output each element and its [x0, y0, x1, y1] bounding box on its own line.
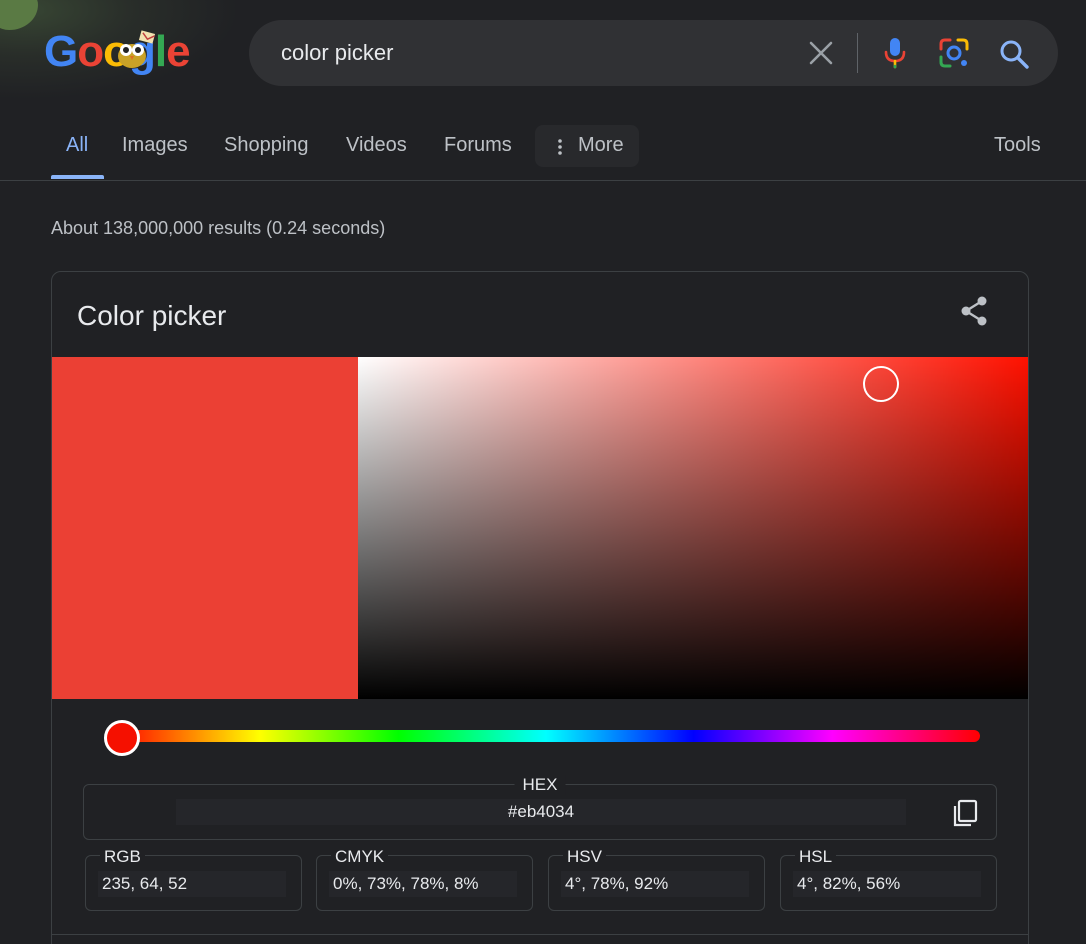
card-title: Color picker: [77, 300, 227, 331]
google-doodle-logo[interactable]: G o o g l e: [44, 24, 191, 80]
hsl-field: HSL: [780, 847, 997, 911]
doodle-bird-icon: [118, 30, 156, 68]
google-lens-icon[interactable]: [937, 36, 971, 70]
share-icon[interactable]: [957, 294, 991, 328]
hue-slider-handle[interactable]: [103, 720, 140, 756]
tab-images[interactable]: Images: [122, 134, 188, 157]
cmyk-input[interactable]: [329, 871, 517, 897]
header: G o o g l e color picker: [0, 0, 1086, 110]
search-divider: [857, 33, 858, 73]
hex-field: HEX: [83, 775, 997, 840]
logo-letter: e: [166, 27, 191, 76]
hsv-field: HSV: [548, 847, 765, 911]
search-tabs: All Images Shopping Videos Forums More T…: [0, 120, 1086, 180]
saturation-value-picker[interactable]: [358, 357, 1028, 699]
hue-slider[interactable]: [112, 730, 980, 742]
more-vert-icon: [558, 139, 562, 155]
hsv-input[interactable]: [561, 871, 749, 897]
tab-more[interactable]: More: [535, 125, 639, 167]
tab-more-label: More: [578, 134, 624, 156]
tab-shopping[interactable]: Shopping: [224, 134, 309, 157]
cmyk-label: CMYK: [331, 847, 389, 867]
clear-icon[interactable]: [806, 38, 836, 68]
logo-letter: o: [77, 27, 104, 76]
card-divider: [52, 934, 1028, 935]
rgb-input[interactable]: [98, 871, 286, 897]
tools-button[interactable]: Tools: [994, 134, 1041, 157]
color-preview-swatch: [52, 357, 358, 699]
rgb-label: RGB: [100, 847, 145, 867]
hsv-label: HSV: [563, 847, 606, 867]
search-box[interactable]: color picker: [249, 20, 1058, 86]
search-icon[interactable]: [997, 37, 1031, 71]
hsl-input[interactable]: [793, 871, 981, 897]
copy-icon[interactable]: [950, 798, 980, 828]
tab-videos[interactable]: Videos: [346, 134, 407, 157]
hex-label: HEX: [514, 775, 566, 795]
value-gradient: [358, 357, 1028, 699]
hsl-label: HSL: [795, 847, 837, 867]
saturation-value-handle[interactable]: [863, 366, 900, 403]
tab-all[interactable]: All: [66, 134, 88, 157]
rgb-field: RGB: [85, 847, 302, 911]
active-tab-indicator: [51, 175, 104, 179]
logo-letter: G: [44, 27, 78, 76]
tab-forums[interactable]: Forums: [444, 134, 512, 157]
tabs-divider: [0, 180, 1086, 181]
result-stats: About 138,000,000 results (0.24 seconds): [51, 218, 386, 238]
cmyk-field: CMYK: [316, 847, 533, 911]
search-input[interactable]: color picker: [281, 40, 393, 66]
color-picker-card: Color picker HEX RGB CMYK HSV HSL: [51, 271, 1029, 944]
hex-input[interactable]: [176, 799, 906, 825]
microphone-icon[interactable]: [879, 36, 911, 70]
